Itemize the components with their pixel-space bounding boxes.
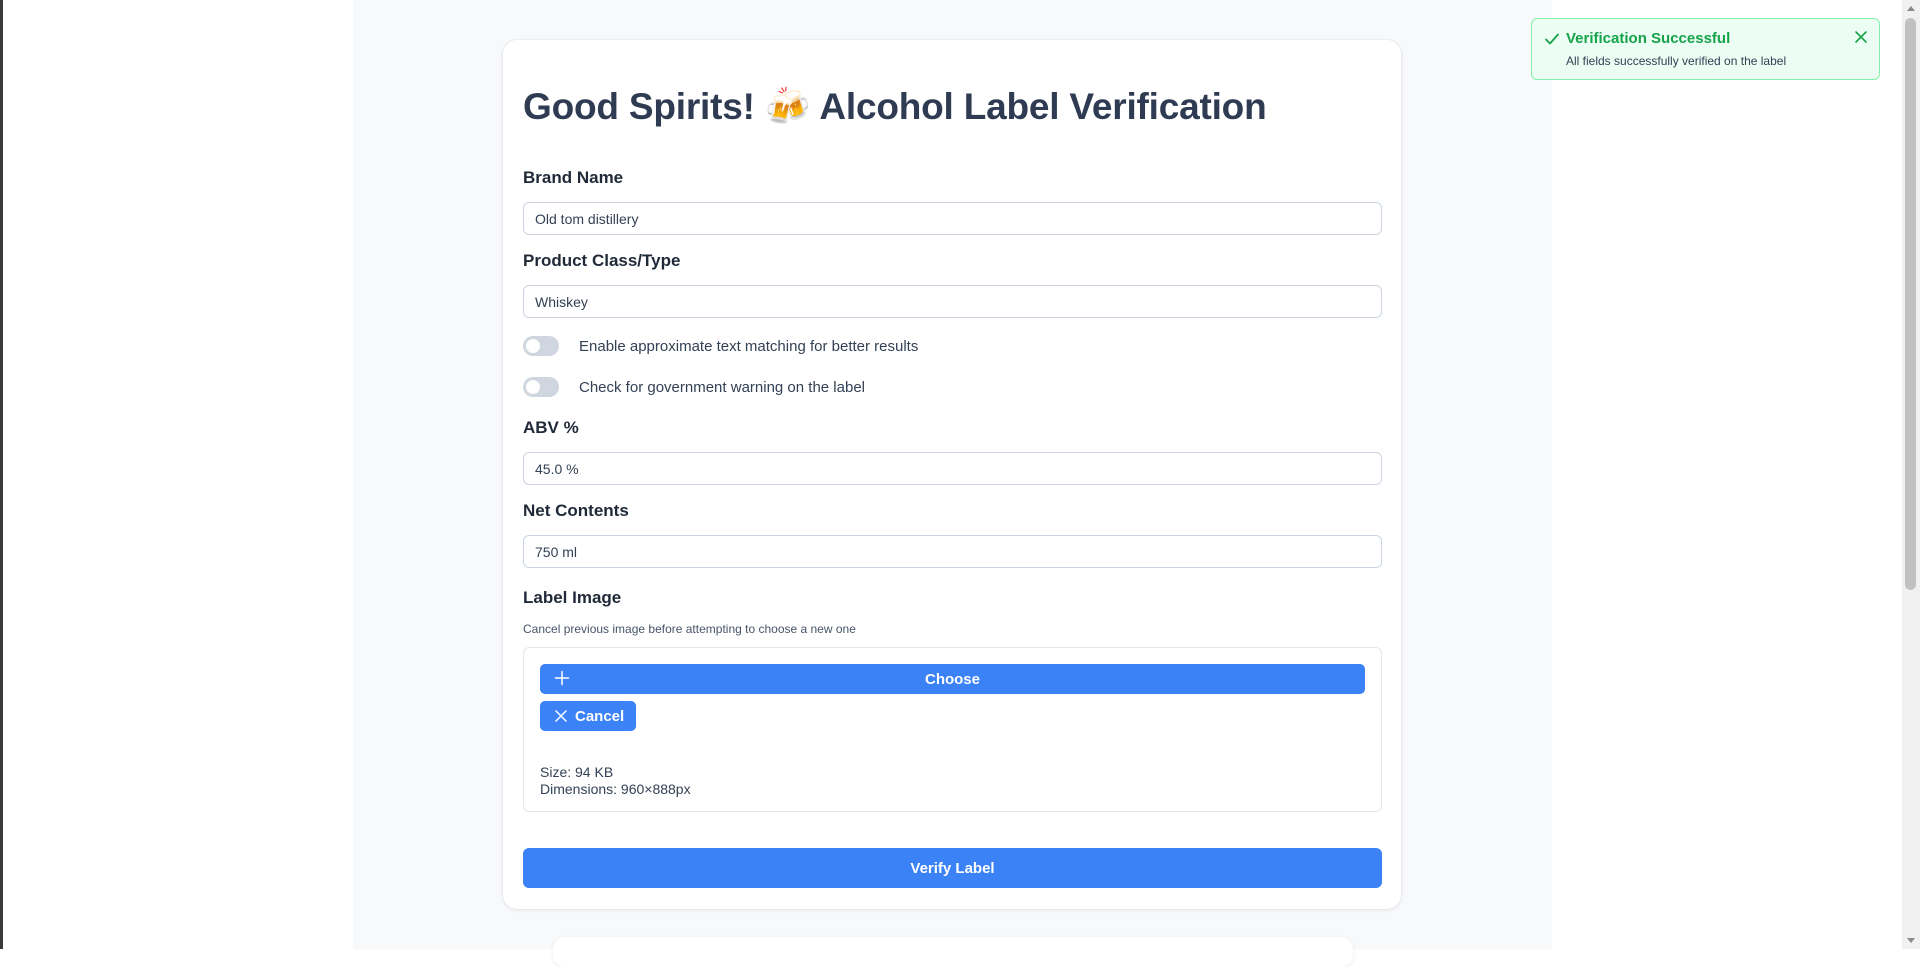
file-dimensions-text: Dimensions: 960×888px <box>540 781 691 797</box>
approximate-matching-toggle[interactable] <box>523 336 559 356</box>
abv-label: ABV % <box>523 418 579 437</box>
verify-label-button[interactable]: Verify Label <box>523 848 1382 888</box>
toggle-knob <box>526 380 540 394</box>
label-image-hint: Cancel previous image before attempting … <box>523 622 856 636</box>
window-edge <box>0 0 3 949</box>
verify-label-button-label: Verify Label <box>910 859 995 877</box>
net-contents-label: Net Contents <box>523 501 629 520</box>
abv-input[interactable] <box>523 452 1382 485</box>
success-toast: Verification Successful All fields succe… <box>1531 18 1880 80</box>
approximate-matching-label: Enable approximate text matching for bet… <box>579 337 919 355</box>
government-warning-label: Check for government warning on the labe… <box>579 378 865 396</box>
brand-name-input[interactable] <box>523 202 1382 235</box>
government-warning-toggle[interactable] <box>523 377 559 397</box>
toast-close-icon[interactable] <box>1851 27 1871 47</box>
plus-icon <box>554 670 570 686</box>
results-card <box>553 937 1353 967</box>
scroll-down-arrow-icon[interactable] <box>1902 931 1920 949</box>
choose-button-label: Choose <box>924 670 980 688</box>
toast-title: Verification Successful <box>1566 30 1731 47</box>
product-class-input[interactable] <box>523 285 1382 318</box>
toggle-knob <box>526 339 540 353</box>
label-image-label: Label Image <box>523 588 622 607</box>
toast-message: All fields successfully verified on the … <box>1566 54 1787 68</box>
brand-name-label: Brand Name <box>523 168 624 187</box>
close-icon <box>555 710 567 722</box>
scroll-up-arrow-icon[interactable] <box>1902 0 1920 18</box>
scrollbar-thumb[interactable] <box>1905 18 1916 590</box>
government-warning-row: Check for government warning on the labe… <box>523 376 865 398</box>
cancel-button[interactable]: Cancel <box>540 701 636 731</box>
approximate-matching-row: Enable approximate text matching for bet… <box>523 335 918 357</box>
cancel-button-label: Cancel <box>575 707 625 725</box>
net-contents-input[interactable] <box>523 535 1382 568</box>
file-size-text: Size: 94 KB <box>540 764 614 780</box>
product-class-label: Product Class/Type <box>523 251 681 270</box>
choose-button[interactable]: Choose <box>540 664 1365 694</box>
check-icon <box>1545 33 1559 45</box>
page-title: Good Spirits! 🍻 Alcohol Label Verificati… <box>523 86 1267 127</box>
